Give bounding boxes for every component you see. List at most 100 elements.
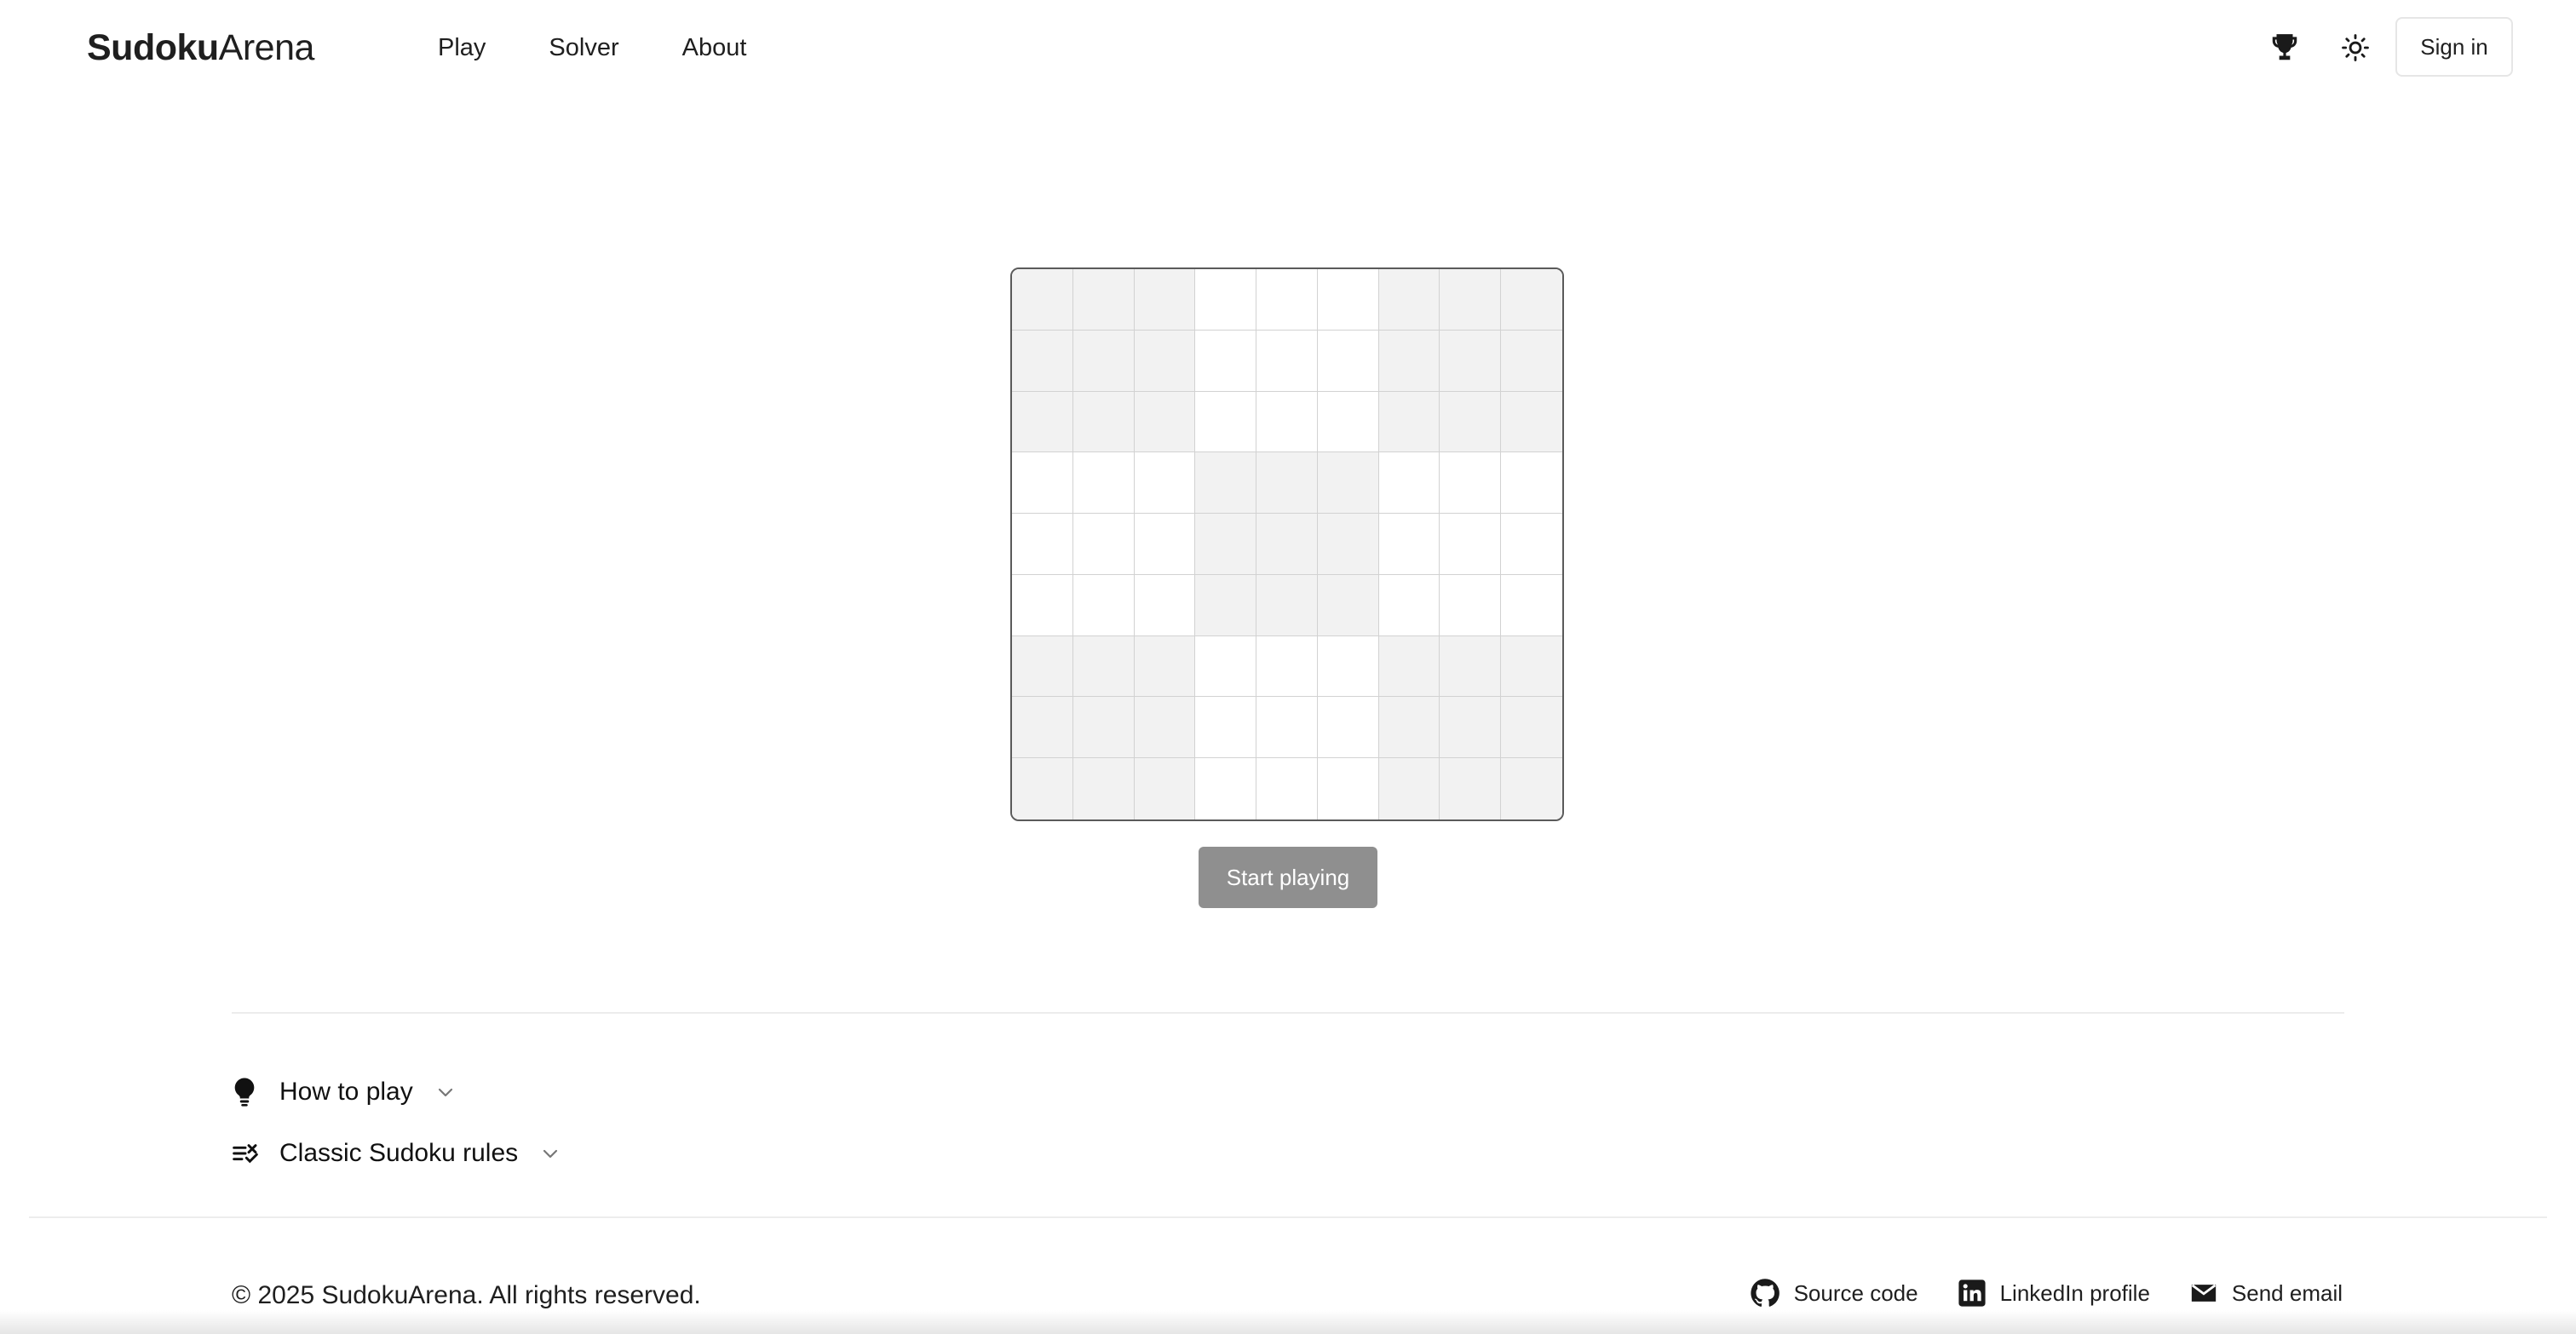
board-cell[interactable] bbox=[1256, 514, 1318, 575]
github-icon bbox=[1750, 1279, 1780, 1307]
sign-in-button[interactable]: Sign in bbox=[2395, 17, 2513, 77]
leaderboard-button[interactable] bbox=[2261, 24, 2309, 72]
board-cell[interactable] bbox=[1012, 391, 1073, 453]
board-cell[interactable] bbox=[1072, 391, 1135, 453]
board-cell[interactable] bbox=[1072, 697, 1135, 759]
board-cell[interactable] bbox=[1134, 269, 1196, 331]
board-cell[interactable] bbox=[1378, 269, 1440, 331]
board-cell[interactable] bbox=[1440, 697, 1502, 759]
chevron-down-icon bbox=[540, 1143, 561, 1164]
board-cell[interactable] bbox=[1501, 758, 1562, 819]
board-cell[interactable] bbox=[1195, 269, 1257, 331]
board-cell[interactable] bbox=[1317, 391, 1379, 453]
board-cell[interactable] bbox=[1440, 330, 1502, 392]
board-cell[interactable] bbox=[1378, 574, 1440, 636]
board-cell[interactable] bbox=[1012, 635, 1073, 698]
board-cell[interactable] bbox=[1501, 697, 1562, 759]
board-cell[interactable] bbox=[1256, 391, 1318, 453]
board-cell[interactable] bbox=[1256, 758, 1318, 819]
board-cell[interactable] bbox=[1440, 758, 1502, 819]
board-cell[interactable] bbox=[1072, 514, 1135, 575]
board-cell[interactable] bbox=[1134, 574, 1196, 636]
classic-rules-accordion[interactable]: Classic Sudoku rules bbox=[232, 1136, 561, 1170]
board-cell[interactable] bbox=[1256, 330, 1318, 392]
board-cell[interactable] bbox=[1378, 391, 1440, 453]
board-cell[interactable] bbox=[1501, 514, 1562, 575]
send-email-link[interactable]: Send email bbox=[2189, 1279, 2343, 1308]
board-cell[interactable] bbox=[1256, 697, 1318, 759]
board-cell[interactable] bbox=[1134, 514, 1196, 575]
board-cell[interactable] bbox=[1195, 391, 1257, 453]
board-cell[interactable] bbox=[1072, 758, 1135, 819]
board-cell[interactable] bbox=[1012, 697, 1073, 759]
board-cell[interactable] bbox=[1134, 635, 1196, 698]
board-cell[interactable] bbox=[1378, 758, 1440, 819]
board-cell[interactable] bbox=[1072, 330, 1135, 392]
board-cell[interactable] bbox=[1195, 697, 1257, 759]
nav-solver-link[interactable]: Solver bbox=[549, 31, 618, 65]
nav-about-link[interactable]: About bbox=[682, 31, 747, 65]
board-cell[interactable] bbox=[1440, 514, 1502, 575]
board-cell[interactable] bbox=[1501, 269, 1562, 331]
board-cell[interactable] bbox=[1440, 635, 1502, 698]
linkedin-link[interactable]: LinkedIn profile bbox=[1958, 1279, 2150, 1308]
board-cell[interactable] bbox=[1440, 574, 1502, 636]
board-cell[interactable] bbox=[1134, 697, 1196, 759]
board-cell[interactable] bbox=[1501, 391, 1562, 453]
board-cell[interactable] bbox=[1501, 635, 1562, 698]
board-cell[interactable] bbox=[1317, 269, 1379, 331]
board-cell[interactable] bbox=[1317, 452, 1379, 515]
nav-play-link[interactable]: Play bbox=[438, 31, 486, 65]
board-cell[interactable] bbox=[1256, 574, 1318, 636]
board-cell[interactable] bbox=[1195, 452, 1257, 515]
board-cell[interactable] bbox=[1317, 574, 1379, 636]
board-cell[interactable] bbox=[1501, 574, 1562, 636]
send-email-label: Send email bbox=[2231, 1279, 2343, 1306]
board-cell[interactable] bbox=[1012, 330, 1073, 392]
start-playing-button[interactable]: Start playing bbox=[1199, 847, 1377, 908]
board-cell[interactable] bbox=[1378, 330, 1440, 392]
brand-logo-bold: Sudoku bbox=[87, 27, 219, 68]
board-cell[interactable] bbox=[1256, 635, 1318, 698]
board-cell[interactable] bbox=[1317, 758, 1379, 819]
board-cell[interactable] bbox=[1012, 758, 1073, 819]
board-cell[interactable] bbox=[1256, 269, 1318, 331]
board-cell[interactable] bbox=[1195, 330, 1257, 392]
board-cell[interactable] bbox=[1317, 514, 1379, 575]
board-cell[interactable] bbox=[1440, 391, 1502, 453]
board-cell[interactable] bbox=[1256, 452, 1318, 515]
board-cell[interactable] bbox=[1072, 635, 1135, 698]
board-cell[interactable] bbox=[1072, 269, 1135, 331]
board-cell[interactable] bbox=[1072, 574, 1135, 636]
board-cell[interactable] bbox=[1195, 758, 1257, 819]
board-cell[interactable] bbox=[1195, 635, 1257, 698]
board-cell[interactable] bbox=[1012, 574, 1073, 636]
source-code-link[interactable]: Source code bbox=[1750, 1278, 1918, 1308]
board-cell[interactable] bbox=[1317, 635, 1379, 698]
board-cell[interactable] bbox=[1012, 452, 1073, 515]
board-cell[interactable] bbox=[1440, 269, 1502, 331]
board-cell[interactable] bbox=[1012, 514, 1073, 575]
board-cell[interactable] bbox=[1012, 269, 1073, 331]
board-cell[interactable] bbox=[1378, 452, 1440, 515]
board-cell[interactable] bbox=[1378, 635, 1440, 698]
board-cell[interactable] bbox=[1317, 697, 1379, 759]
brand-logo[interactable]: SudokuArena bbox=[87, 22, 314, 73]
section-divider bbox=[232, 1012, 2344, 1014]
board-cell[interactable] bbox=[1501, 452, 1562, 515]
board-cell[interactable] bbox=[1195, 514, 1257, 575]
board-cell[interactable] bbox=[1317, 330, 1379, 392]
board-cell[interactable] bbox=[1072, 452, 1135, 515]
board-cell[interactable] bbox=[1134, 758, 1196, 819]
how-to-play-accordion[interactable]: How to play bbox=[232, 1075, 456, 1109]
board-cell[interactable] bbox=[1134, 452, 1196, 515]
board-cell[interactable] bbox=[1501, 330, 1562, 392]
board-cell[interactable] bbox=[1195, 574, 1257, 636]
board-cell[interactable] bbox=[1134, 330, 1196, 392]
theme-toggle-button[interactable] bbox=[2332, 24, 2379, 72]
board-cell[interactable] bbox=[1378, 514, 1440, 575]
board-cell[interactable] bbox=[1134, 391, 1196, 453]
board-cell[interactable] bbox=[1440, 452, 1502, 515]
sun-icon bbox=[2342, 34, 2369, 61]
board-cell[interactable] bbox=[1378, 697, 1440, 759]
